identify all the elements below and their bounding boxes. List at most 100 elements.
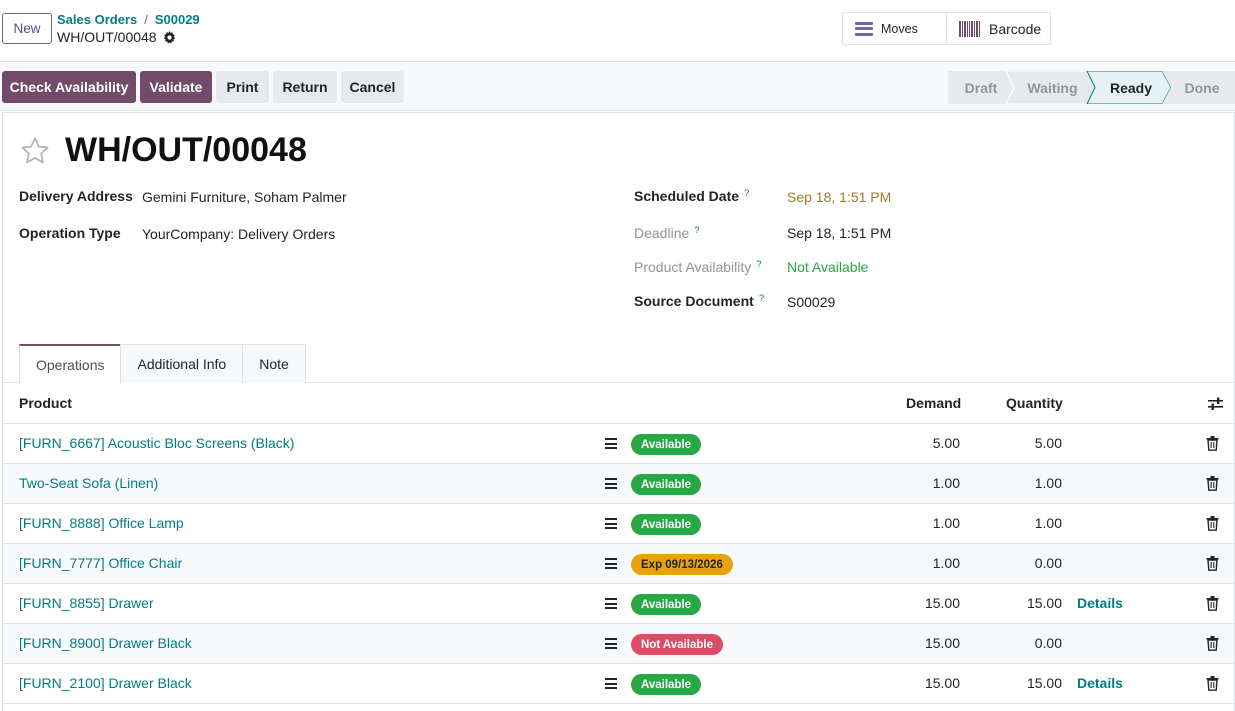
product-availability-label: Product Availability? <box>634 259 762 275</box>
product-name[interactable]: [FURN_8888] Office Lamp <box>19 515 184 531</box>
operation-type-value[interactable]: YourCompany: Delivery Orders <box>142 226 335 242</box>
return-button[interactable]: Return <box>273 71 337 103</box>
demand-value[interactable]: 15.00 <box>880 635 960 651</box>
demand-value[interactable]: 5.00 <box>880 435 960 451</box>
table-row[interactable]: [FURN_2100] Drawer Black Available 15.00… <box>3 664 1234 704</box>
product-availability-label-text: Product Availability <box>634 259 752 275</box>
product-name[interactable]: [FURN_7777] Office Chair <box>19 555 182 571</box>
demand-value[interactable]: 1.00 <box>880 555 960 571</box>
tab-operations[interactable]: Operations <box>19 344 122 384</box>
barcode-icon <box>959 20 980 37</box>
deadline-label-text: Deadline <box>634 225 690 241</box>
help-icon[interactable]: ? <box>759 293 764 309</box>
detailed-operations-icon[interactable] <box>605 678 617 689</box>
demand-value[interactable]: 1.00 <box>880 475 960 491</box>
breadcrumb: Sales Orders / S00029 <box>57 12 200 27</box>
demand-column-header[interactable]: Demand <box>906 395 961 411</box>
moves-button[interactable]: Moves <box>843 13 947 44</box>
breadcrumb-sale-order[interactable]: S00029 <box>155 12 200 27</box>
quantity-value[interactable]: 15.00 <box>982 595 1062 611</box>
trash-icon[interactable] <box>1206 636 1219 651</box>
source-document-value[interactable]: S00029 <box>787 294 835 310</box>
table-row[interactable]: [FURN_8855] Drawer Available 15.00 15.00… <box>3 584 1234 624</box>
stage-ready[interactable]: Ready <box>1093 71 1169 104</box>
detailed-operations-icon[interactable] <box>605 478 617 489</box>
trash-icon[interactable] <box>1206 476 1219 491</box>
validate-button[interactable]: Validate <box>140 71 212 103</box>
detailed-operations-icon[interactable] <box>605 598 617 609</box>
source-document-label-text: Source Document <box>634 293 754 309</box>
optional-columns-icon[interactable] <box>1208 397 1223 410</box>
moves-label: Moves <box>881 21 918 36</box>
quantity-value[interactable]: 0.00 <box>982 555 1062 571</box>
table-row[interactable]: [FURN_6667] Acoustic Bloc Screens (Black… <box>3 424 1234 464</box>
star-icon[interactable] <box>19 135 51 167</box>
detailed-operations-icon[interactable] <box>605 438 617 449</box>
new-button[interactable]: New <box>2 13 52 44</box>
list-icon <box>855 21 873 36</box>
scheduled-date-label: Scheduled Date? <box>634 188 749 204</box>
product-name[interactable]: [FURN_2100] Drawer Black <box>19 675 192 691</box>
stage-waiting[interactable]: Waiting <box>1012 71 1093 104</box>
quantity-value[interactable]: 1.00 <box>982 515 1062 531</box>
product-name[interactable]: [FURN_8900] Drawer Black <box>19 635 192 651</box>
check-availability-button[interactable]: Check Availability <box>2 71 136 103</box>
stage-done[interactable]: Done <box>1169 71 1235 104</box>
details-link[interactable]: Details <box>1077 675 1123 691</box>
demand-value[interactable]: 1.00 <box>880 515 960 531</box>
delivery-address-label: Delivery Address <box>19 188 133 204</box>
product-name[interactable]: [FURN_8855] Drawer <box>19 595 154 611</box>
trash-icon[interactable] <box>1206 516 1219 531</box>
form-sheet: WH/OUT/00048 Delivery Address Gemini Fur… <box>2 112 1235 711</box>
print-button[interactable]: Print <box>216 71 269 103</box>
barcode-button[interactable]: Barcode <box>947 13 1050 44</box>
scheduled-date-label-text: Scheduled Date <box>634 188 740 204</box>
control-panel: New Sales Orders / S00029 WH/OUT/00048 Mov… <box>0 0 1235 62</box>
trash-icon[interactable] <box>1206 596 1219 611</box>
demand-value[interactable]: 15.00 <box>880 675 960 691</box>
quantity-column-header[interactable]: Quantity <box>1006 395 1063 411</box>
trash-icon[interactable] <box>1206 676 1219 691</box>
breadcrumb-separator: / <box>144 12 148 27</box>
record-title: WH/OUT/00048 <box>65 131 307 169</box>
product-name[interactable]: [FURN_6667] Acoustic Bloc Screens (Black… <box>19 435 294 451</box>
gear-icon[interactable] <box>163 30 176 44</box>
scheduled-date-value[interactable]: Sep 18, 1:51 PM <box>787 189 891 205</box>
operations-table: Product Demand Quantity [FURN_6667] Acou… <box>3 383 1234 704</box>
quantity-value[interactable]: 5.00 <box>982 435 1062 451</box>
detailed-operations-icon[interactable] <box>605 558 617 569</box>
quantity-value[interactable]: 15.00 <box>982 675 1062 691</box>
product-column-header[interactable]: Product <box>19 395 72 411</box>
product-availability-value: Not Available <box>787 259 869 275</box>
detailed-operations-icon[interactable] <box>605 638 617 649</box>
table-row[interactable]: [FURN_8888] Office Lamp Available 1.00 1… <box>3 504 1234 544</box>
help-icon[interactable]: ? <box>756 259 761 275</box>
table-row[interactable]: [FURN_8900] Drawer Black Not Available 1… <box>3 624 1234 664</box>
status-bar: Check Availability Validate Print Return… <box>0 63 1235 111</box>
detailed-operations-icon[interactable] <box>605 518 617 529</box>
details-link[interactable]: Details <box>1077 595 1123 611</box>
product-name[interactable]: Two-Seat Sofa (Linen) <box>19 475 158 491</box>
smart-buttons: Moves Barcode <box>842 12 1051 45</box>
help-icon[interactable]: ? <box>694 225 699 241</box>
quantity-value[interactable]: 0.00 <box>982 635 1062 651</box>
stage-draft[interactable]: Draft <box>948 71 1014 104</box>
tab-note[interactable]: Note <box>242 344 306 383</box>
help-icon[interactable]: ? <box>744 188 749 204</box>
source-document-label: Source Document? <box>634 293 764 309</box>
trash-icon[interactable] <box>1206 556 1219 571</box>
availability-badge: Available <box>631 514 702 535</box>
trash-icon[interactable] <box>1206 436 1219 451</box>
operation-type-label: Operation Type <box>19 225 121 241</box>
table-row[interactable]: [FURN_7777] Office Chair Exp 09/13/2026 … <box>3 544 1234 584</box>
record-name: WH/OUT/00048 <box>57 29 176 45</box>
title-row: WH/OUT/00048 <box>19 131 307 170</box>
delivery-address-value[interactable]: Gemini Furniture, Soham Palmer <box>142 189 347 205</box>
availability-badge: Exp 09/13/2026 <box>631 554 733 575</box>
tab-additional-info[interactable]: Additional Info <box>120 344 244 383</box>
cancel-button[interactable]: Cancel <box>341 71 404 103</box>
demand-value[interactable]: 15.00 <box>880 595 960 611</box>
table-row[interactable]: Two-Seat Sofa (Linen) Available 1.00 1.0… <box>3 464 1234 504</box>
quantity-value[interactable]: 1.00 <box>982 475 1062 491</box>
breadcrumb-sales-orders[interactable]: Sales Orders <box>57 12 137 27</box>
